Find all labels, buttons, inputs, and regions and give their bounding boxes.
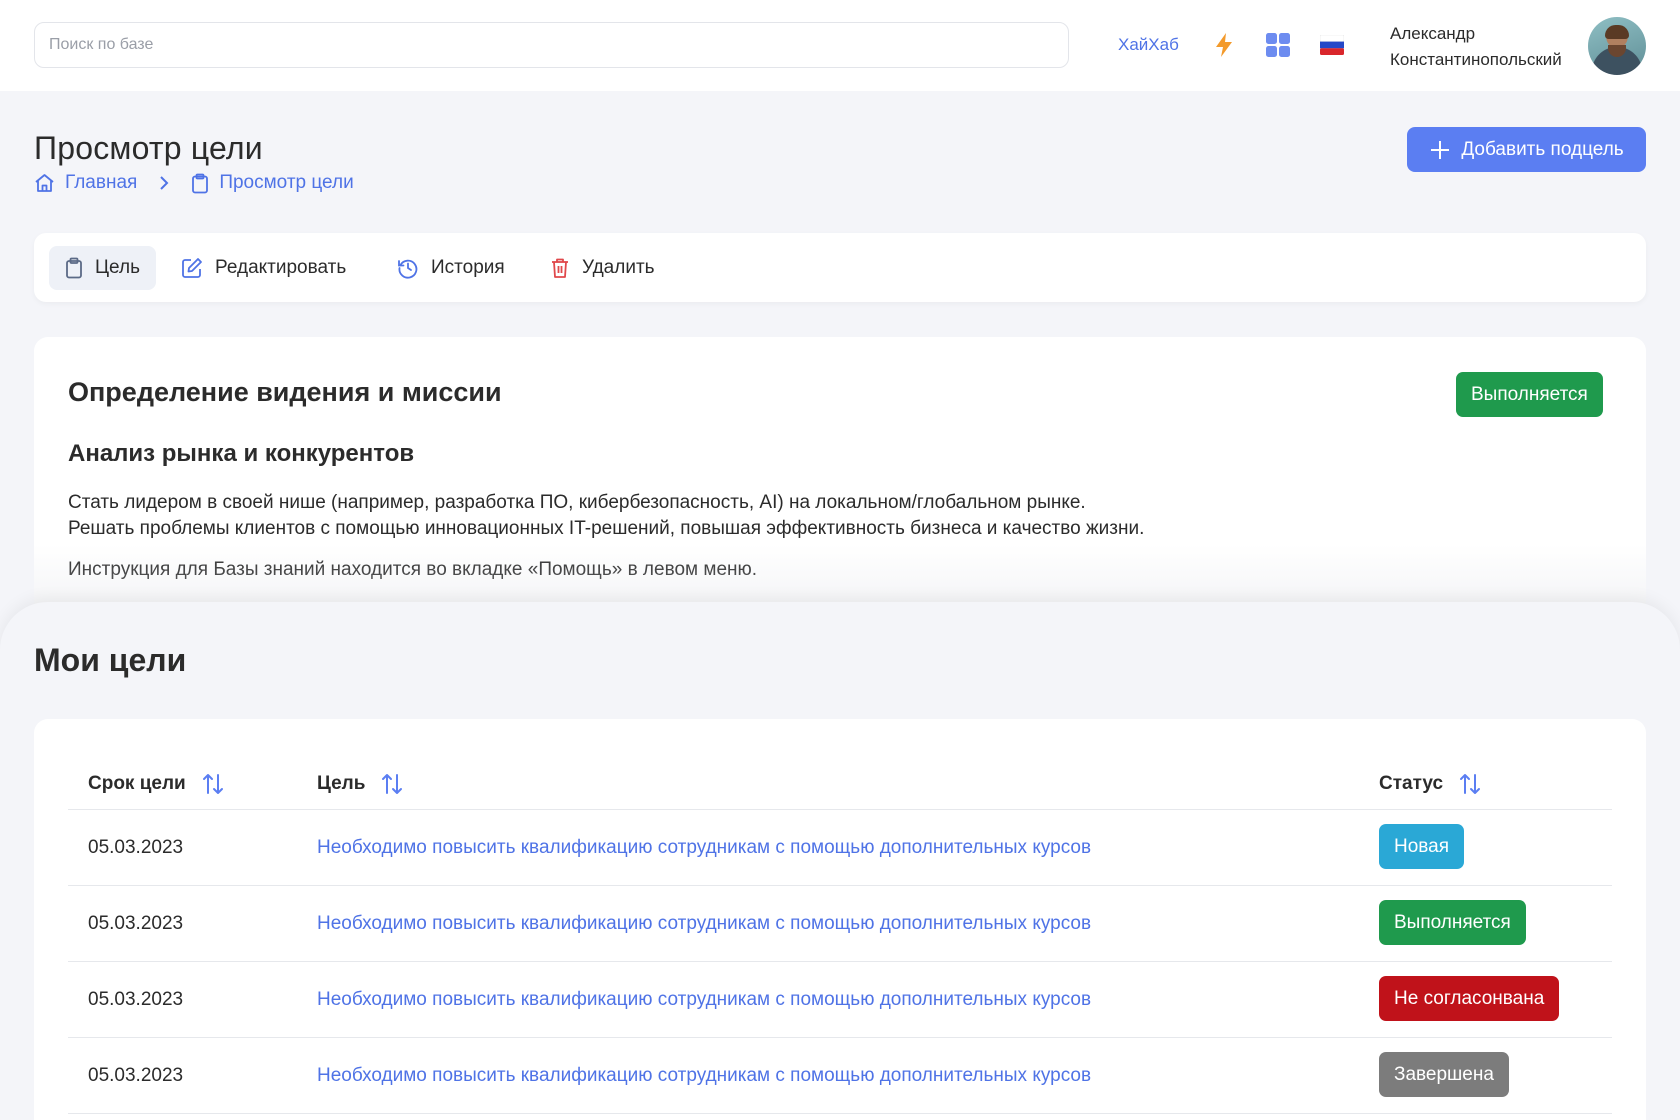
add-subgoal-button[interactable]: Добавить подцель [1407, 127, 1646, 172]
plus-icon [1431, 140, 1450, 159]
status-badge: Завершена [1379, 1052, 1509, 1097]
column-header-label: Цель [317, 773, 366, 794]
goal-description: Стать лидером в своей нише (например, ра… [68, 490, 1144, 542]
column-header-label: Срок цели [88, 773, 186, 794]
status-badge: Новая [1379, 824, 1465, 869]
hub-link[interactable]: ХайХаб [1118, 35, 1179, 55]
table-row[interactable]: 05.03.2023 Необходимо повысить квалифика… [68, 809, 1612, 885]
clipboard-icon [66, 257, 82, 279]
table-row-divider [68, 1113, 1612, 1120]
user-last-name: Константинопольский [1390, 50, 1562, 69]
tab-history-label: История [431, 257, 505, 278]
my-goals-sheet[interactable]: Мои цели Срок цели Цель Статус 05.03.202… [0, 602, 1680, 1120]
tab-history[interactable]: История [381, 246, 521, 290]
tab-delete[interactable]: Удалить [534, 246, 671, 290]
trash-icon [552, 258, 568, 278]
tab-delete-label: Удалить [582, 257, 655, 278]
sort-icon[interactable] [202, 773, 224, 795]
clipboard-icon [192, 173, 209, 193]
breadcrumb-current-label: Просмотр цели [219, 172, 354, 193]
goal-card: Определение видения и миссии Выполняется… [34, 337, 1646, 637]
table-row[interactable]: 05.03.2023 Необходимо повысить квалифика… [68, 885, 1612, 961]
lightning-icon[interactable] [1209, 30, 1239, 60]
goal-note: Инструкция для Базы знаний находится во … [68, 559, 758, 580]
tab-edit-label: Редактировать [215, 257, 347, 278]
goal-description-line: Решать проблемы клиентов с помощью иннов… [68, 518, 1145, 539]
user-name[interactable]: Александр Константинопольский [1390, 21, 1562, 73]
table-row[interactable]: 05.03.2023 Необходимо повысить квалифика… [68, 1037, 1612, 1113]
goals-table: Срок цели Цель Статус 05.03.2023 Необход… [34, 719, 1646, 1120]
avatar[interactable] [1588, 17, 1646, 75]
status-badge: Выполняется [1456, 372, 1603, 417]
sort-icon[interactable] [381, 773, 403, 795]
my-goals-title: Мои цели [34, 642, 187, 678]
column-header-deadline[interactable]: Срок цели [88, 773, 224, 795]
sort-icon[interactable] [1459, 773, 1481, 795]
goal-description-line: Стать лидером в своей нише (например, ра… [68, 492, 1086, 513]
column-header-goal[interactable]: Цель [317, 773, 403, 795]
goal-title: Определение видения и миссии [68, 377, 502, 407]
breadcrumb-home[interactable]: Главная [34, 172, 137, 194]
user-first-name: Александр [1390, 24, 1476, 43]
search-input[interactable] [34, 22, 1069, 68]
row-goal-link[interactable]: Необходимо повысить квалификацию сотрудн… [317, 837, 1091, 859]
breadcrumb: Главная Просмотр цели [34, 172, 354, 194]
goal-subtitle: Анализ рынка и конкурентов [68, 440, 415, 467]
row-date: 05.03.2023 [88, 1065, 184, 1086]
chevron-right-icon [159, 175, 169, 191]
status-badge: Не согласонвана [1379, 976, 1560, 1021]
page-title: Просмотр цели [34, 130, 263, 166]
edit-icon [182, 258, 202, 278]
add-subgoal-label: Добавить подцель [1461, 138, 1624, 160]
apps-grid-icon[interactable] [1263, 30, 1293, 60]
breadcrumb-home-label: Главная [65, 172, 138, 193]
history-icon [398, 259, 418, 279]
row-goal-link[interactable]: Необходимо повысить квалификацию сотрудн… [317, 1065, 1091, 1087]
home-icon [35, 174, 54, 192]
tabs-bar: Цель Редактировать История Удалить [34, 233, 1646, 302]
status-badge: Выполняется [1379, 900, 1526, 945]
russian-flag-icon[interactable] [1317, 30, 1347, 60]
top-bar: ХайХаб Александр Константинопольский [0, 0, 1680, 91]
column-header-label: Статус [1379, 773, 1444, 794]
row-goal-link[interactable]: Необходимо повысить квалификацию сотрудн… [317, 989, 1091, 1011]
row-date: 05.03.2023 [88, 989, 184, 1010]
row-goal-link[interactable]: Необходимо повысить квалификацию сотрудн… [317, 913, 1091, 935]
row-date: 05.03.2023 [88, 913, 184, 934]
table-row[interactable]: 05.03.2023 Необходимо повысить квалифика… [68, 961, 1612, 1037]
tab-edit[interactable]: Редактировать [165, 246, 362, 290]
row-date: 05.03.2023 [88, 837, 184, 858]
column-header-status[interactable]: Статус [1379, 773, 1481, 795]
tab-goal[interactable]: Цель [49, 246, 156, 290]
breadcrumb-current[interactable]: Просмотр цели [191, 172, 354, 194]
tab-goal-label: Цель [95, 257, 140, 278]
